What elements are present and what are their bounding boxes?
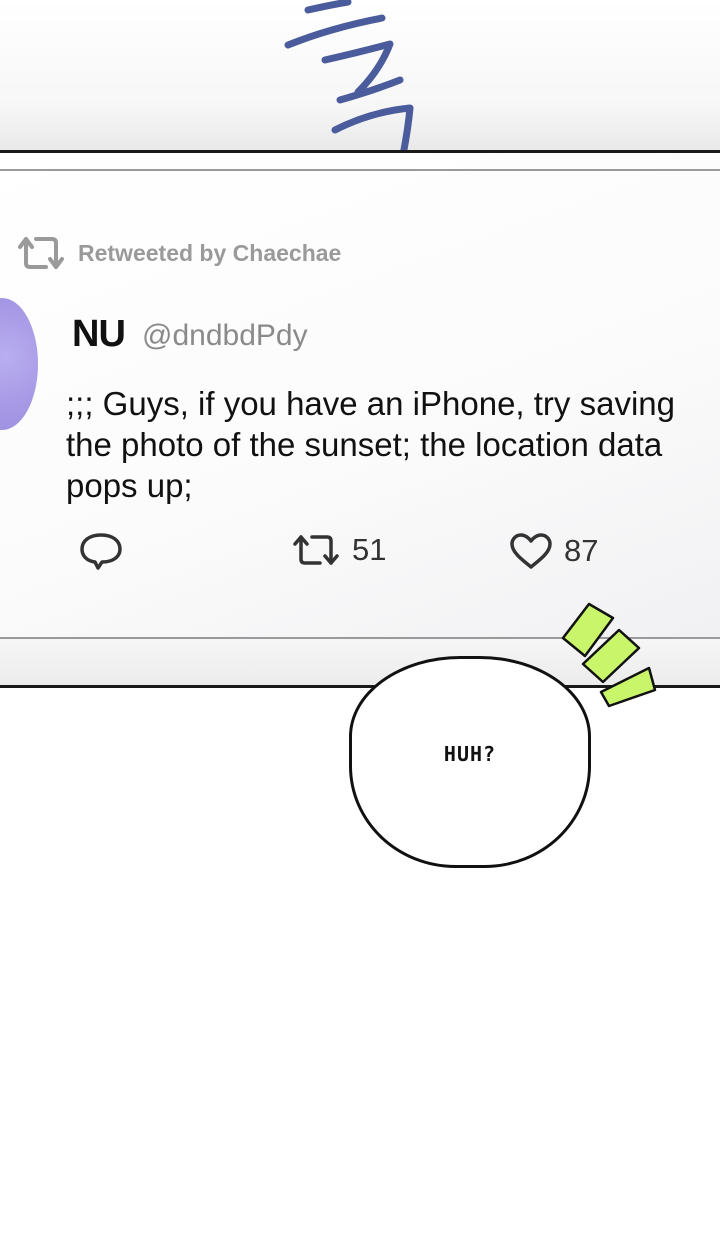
speech-bubble: HUH?	[349, 656, 591, 868]
retweet-icon	[18, 237, 64, 269]
retweet-button[interactable]: 51	[290, 531, 386, 569]
retweet-indicator: Retweeted by Chaechae	[14, 231, 341, 275]
like-count: 87	[564, 533, 599, 568]
tweet-text: ;;; Guys, if you have an iPhone, try sav…	[66, 385, 675, 504]
author-name[interactable]: NU	[72, 313, 126, 356]
retweet-icon	[293, 535, 339, 565]
sound-effect-strokes	[284, 0, 414, 164]
avatar[interactable]	[0, 298, 38, 430]
author-handle[interactable]: @dndbdPdy	[142, 319, 308, 353]
reply-button[interactable]	[78, 531, 124, 571]
like-button[interactable]: 87	[508, 531, 598, 571]
reply-icon	[80, 533, 122, 570]
heart-icon	[510, 533, 552, 569]
speech-bubble-text: HUH?	[443, 742, 497, 766]
panel-divider-top	[0, 169, 720, 171]
retweeted-by-label: Retweeted by Chaechae	[78, 239, 342, 266]
retweet-count: 51	[352, 532, 387, 567]
